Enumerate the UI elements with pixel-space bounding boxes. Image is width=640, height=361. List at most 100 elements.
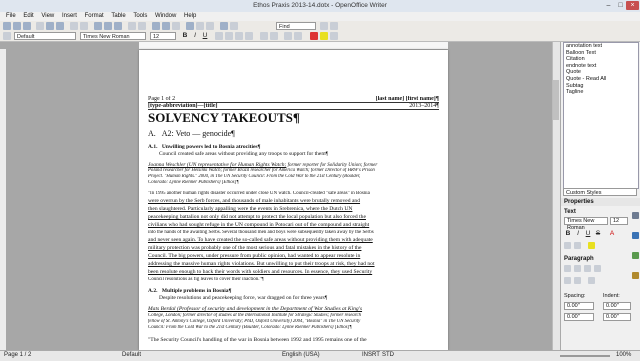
status-style[interactable]: Default bbox=[122, 352, 141, 358]
bold-button[interactable]: B bbox=[181, 32, 189, 40]
vertical-ruler bbox=[0, 49, 6, 350]
gallery-icon[interactable] bbox=[196, 22, 204, 30]
bullets-icon[interactable] bbox=[270, 32, 278, 40]
scrollbar-thumb[interactable] bbox=[553, 80, 559, 120]
paste-icon[interactable] bbox=[114, 22, 122, 30]
style-item-tagline[interactable]: Tagline bbox=[564, 89, 638, 96]
italic-button[interactable]: I bbox=[191, 32, 199, 40]
sidebar-numbering-icon[interactable] bbox=[574, 277, 581, 284]
heading-a: A. A2: Veto — genocide¶ bbox=[148, 129, 439, 139]
sidebar-highlight-icon[interactable] bbox=[588, 242, 595, 249]
properties-icon[interactable] bbox=[632, 212, 639, 219]
paragraph-style-select[interactable]: Default bbox=[14, 32, 76, 40]
indent-after-field[interactable]: 0.00" bbox=[603, 313, 631, 321]
show-draw-icon[interactable] bbox=[172, 22, 180, 30]
align-right-icon[interactable] bbox=[235, 32, 243, 40]
zoom-slider[interactable] bbox=[560, 355, 610, 357]
navigator-deck-icon[interactable] bbox=[632, 272, 639, 279]
sidebar-italic-button[interactable]: I bbox=[574, 230, 582, 238]
font-name-select[interactable]: Times New Roman bbox=[80, 32, 146, 40]
menu-help[interactable]: Help bbox=[184, 12, 196, 21]
align-center-icon[interactable] bbox=[225, 32, 233, 40]
styles-icon[interactable] bbox=[3, 32, 11, 40]
find-input[interactable]: Find bbox=[276, 22, 316, 30]
sidebar-font-size[interactable]: 12 bbox=[610, 217, 628, 225]
sidebar-bullets-icon[interactable] bbox=[564, 277, 571, 284]
menu-view[interactable]: View bbox=[41, 12, 54, 21]
print-icon[interactable] bbox=[46, 22, 54, 30]
spellcheck-icon[interactable] bbox=[70, 22, 78, 30]
navigator-icon[interactable] bbox=[186, 22, 194, 30]
autospellcheck-icon[interactable] bbox=[80, 22, 88, 30]
underline-button[interactable]: U bbox=[201, 32, 209, 40]
style-item-balloon-text[interactable]: Balloon Text bbox=[564, 50, 638, 57]
sidebar-align-center-icon[interactable] bbox=[574, 265, 581, 272]
redo-icon[interactable] bbox=[138, 22, 146, 30]
align-left-icon[interactable] bbox=[215, 32, 223, 40]
font-size-select[interactable]: 12 bbox=[150, 32, 176, 40]
horizontal-ruler[interactable] bbox=[139, 42, 448, 50]
indent-before-field[interactable]: 0.00" bbox=[603, 302, 631, 310]
sidebar-align-right-icon[interactable] bbox=[584, 265, 591, 272]
style-item-annotation-text[interactable]: annotation text bbox=[564, 43, 638, 50]
print-preview-icon[interactable] bbox=[56, 22, 64, 30]
new-document-icon[interactable] bbox=[3, 22, 11, 30]
hyperlink-icon[interactable] bbox=[152, 22, 160, 30]
evidence-1-line12: Council resolutions as fig leaves to cov… bbox=[148, 277, 264, 282]
datasources-icon[interactable] bbox=[206, 22, 214, 30]
spacing-above-field[interactable]: 0.00" bbox=[564, 302, 594, 310]
status-insert-mode[interactable]: INSRT bbox=[362, 352, 380, 358]
style-item-subtag[interactable]: Subtag bbox=[564, 83, 638, 90]
menu-edit[interactable]: Edit bbox=[23, 12, 33, 21]
find-prev-icon[interactable] bbox=[330, 22, 338, 30]
menu-tools[interactable]: Tools bbox=[133, 12, 147, 21]
edit-file-icon[interactable] bbox=[36, 22, 44, 30]
find-next-icon[interactable] bbox=[320, 22, 328, 30]
table-icon[interactable] bbox=[162, 22, 170, 30]
font-color-icon[interactable] bbox=[310, 32, 318, 40]
menu-insert[interactable]: Insert bbox=[62, 12, 77, 21]
save-icon[interactable] bbox=[23, 22, 31, 30]
superscript-icon[interactable] bbox=[564, 242, 571, 249]
copy-icon[interactable] bbox=[104, 22, 112, 30]
sidebar-font-name[interactable]: Times New Roman bbox=[564, 217, 608, 231]
menu-table[interactable]: Table bbox=[111, 12, 125, 21]
style-filter-select[interactable]: Custom Styles bbox=[563, 188, 637, 196]
sidebar-align-left-icon[interactable] bbox=[564, 265, 571, 272]
cut-icon[interactable] bbox=[94, 22, 102, 30]
undo-icon[interactable] bbox=[128, 22, 136, 30]
style-item-quote[interactable]: Quote bbox=[564, 69, 638, 76]
background-color-icon[interactable] bbox=[330, 32, 338, 40]
numbering-icon[interactable] bbox=[260, 32, 268, 40]
style-item-quote-read-all[interactable]: Quote - Read All bbox=[564, 76, 638, 83]
spacing-below-field[interactable]: 0.00" bbox=[564, 313, 594, 321]
document-page[interactable]: Page 1 of 2 [last name] [first name]¶ [t… bbox=[139, 50, 448, 350]
close-icon[interactable]: × bbox=[626, 1, 639, 10]
style-item-citation[interactable]: Citation bbox=[564, 56, 638, 63]
highlighting-icon[interactable] bbox=[320, 32, 328, 40]
sidebar-linespacing-icon[interactable] bbox=[588, 277, 595, 284]
open-icon[interactable] bbox=[13, 22, 21, 30]
status-selection-mode[interactable]: STD bbox=[382, 352, 394, 358]
gallery-deck-icon[interactable] bbox=[632, 252, 639, 259]
increase-indent-icon[interactable] bbox=[294, 32, 302, 40]
style-item-endnote-text[interactable]: endnote text bbox=[564, 63, 638, 70]
menu-file[interactable]: File bbox=[6, 12, 16, 21]
header-name: [last name] [first name]¶ bbox=[375, 96, 439, 102]
status-language[interactable]: English (USA) bbox=[282, 352, 320, 358]
sidebar-font-color-button[interactable]: A bbox=[608, 230, 616, 238]
decrease-indent-icon[interactable] bbox=[284, 32, 292, 40]
subscript-icon[interactable] bbox=[574, 242, 581, 249]
status-zoom[interactable]: 100% bbox=[616, 352, 631, 358]
styles-deck-icon[interactable] bbox=[632, 232, 639, 239]
menu-format[interactable]: Format bbox=[85, 12, 104, 21]
justify-icon[interactable] bbox=[245, 32, 253, 40]
zoom-icon[interactable] bbox=[230, 22, 238, 30]
sidebar-bold-button[interactable]: B bbox=[564, 230, 572, 238]
sidebar-justify-icon[interactable] bbox=[594, 265, 601, 272]
nonprinting-chars-icon[interactable] bbox=[220, 22, 228, 30]
heading-a2: A.2. Multiple problems in Bosnia¶ bbox=[148, 288, 439, 294]
menu-window[interactable]: Window bbox=[155, 12, 176, 21]
sidebar-strikethrough-button[interactable]: S bbox=[594, 230, 602, 238]
sidebar-underline-button[interactable]: U bbox=[584, 230, 592, 238]
